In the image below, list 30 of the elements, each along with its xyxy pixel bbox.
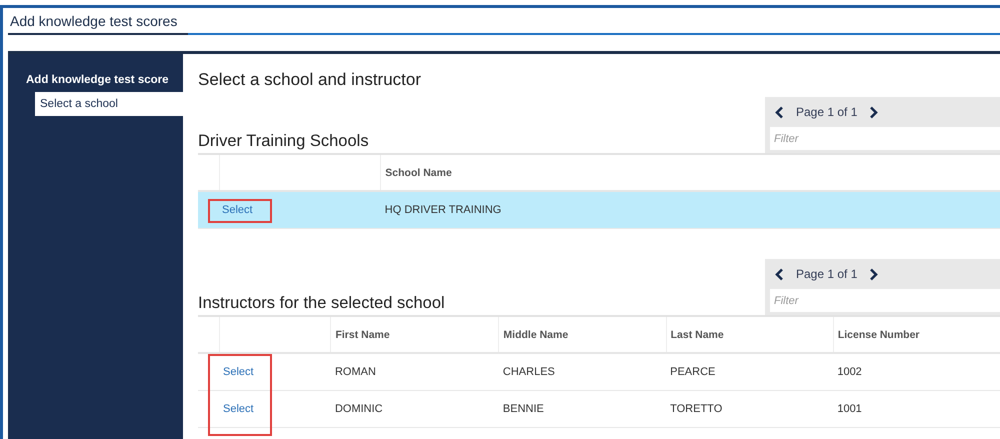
window-title: Add knowledge test scores (9, 12, 178, 28)
column-header: First Name (330, 316, 499, 353)
section-heading: Driver Training Schools (198, 132, 369, 151)
next-icon[interactable] (869, 268, 878, 280)
table-cell: ROMAN (330, 353, 499, 390)
table-cell: 1002 (833, 353, 1000, 390)
table-cell: BENNIE (498, 390, 666, 428)
column-header: Middle Name (498, 316, 666, 353)
select-link[interactable]: Select (223, 366, 254, 378)
sidebar-title: Add knowledge test score (25, 74, 170, 86)
filter-field[interactable]: Filter (770, 127, 1000, 150)
section-heading: Instructors for the selected school (198, 294, 445, 313)
previous-icon[interactable] (775, 106, 784, 118)
column-header: Last Name (666, 316, 834, 353)
page-indicator: Page 1 of 1 (796, 267, 858, 281)
select-link[interactable]: Select (223, 403, 254, 415)
table-cell: DOMINIC (330, 390, 499, 428)
table-cell: 1001 (833, 390, 1000, 428)
page-title: Select a school and instructor (198, 70, 422, 91)
page-indicator: Page 1 of 1 (796, 105, 858, 119)
previous-icon[interactable] (775, 268, 784, 280)
column-header: License Number (833, 316, 1000, 353)
sidebar-item[interactable]: Select a school (35, 92, 183, 116)
table-cell: CHARLES (498, 353, 666, 390)
filter-field[interactable]: Filter (770, 289, 1000, 312)
table-cell: HQ DRIVER TRAINING (380, 191, 1000, 228)
table-cell: PEARCE (666, 353, 834, 390)
next-icon[interactable] (869, 106, 878, 118)
table-cell: TORETTO (666, 390, 834, 428)
select-link[interactable]: Select (222, 204, 253, 216)
